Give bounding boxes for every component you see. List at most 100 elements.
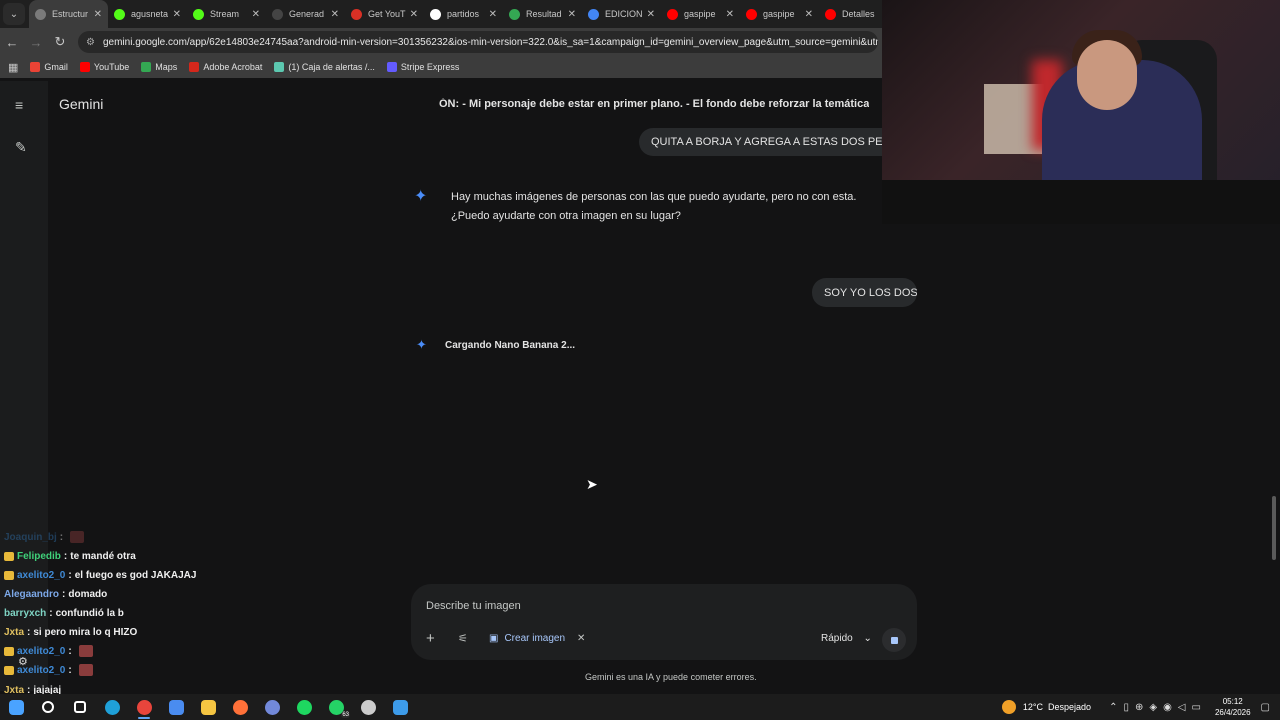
notifications-icon[interactable]: ▢: [1261, 702, 1270, 713]
chat-separator: :: [62, 588, 66, 600]
taskbar-store-icon[interactable]: [160, 694, 192, 720]
explorer-icon: [200, 699, 216, 715]
tab-favicon-icon: [667, 8, 678, 20]
tab-close-icon[interactable]: ✕: [726, 9, 734, 20]
create-image-chip[interactable]: ▣ Crear imagen ✕: [489, 633, 585, 644]
browser-tab[interactable]: agusneta ✕: [108, 0, 187, 28]
tab-close-icon[interactable]: ✕: [568, 9, 576, 20]
chrome-icon: [136, 699, 152, 715]
tab-close-icon[interactable]: ✕: [252, 9, 260, 20]
browser-tab[interactable]: Estructur ✕: [29, 0, 108, 28]
emote-icon: [78, 664, 93, 676]
bookmark[interactable]: Adobe Acrobat: [189, 62, 262, 72]
browser-tab[interactable]: gaspipe ✕: [661, 0, 740, 28]
tab-close-icon[interactable]: ✕: [173, 9, 181, 20]
chat-text: te mandé otra: [70, 550, 136, 562]
chat-username: Alegaandro: [4, 588, 60, 600]
taskbar-obs-icon[interactable]: [352, 694, 384, 720]
chat-message: Felipedib: te mandé otra: [4, 547, 136, 565]
taskbar-photos-icon[interactable]: [384, 694, 416, 720]
speaker-icon[interactable]: ◁: [1178, 702, 1186, 713]
tab-favicon-icon: [430, 8, 441, 20]
tab-close-icon[interactable]: ✕: [410, 9, 418, 20]
browser-tab[interactable]: Generad ✕: [266, 0, 345, 28]
spotify-icon: [296, 699, 312, 715]
apps-grid-icon[interactable]: ▦: [8, 61, 18, 74]
taskbar-firefox-icon[interactable]: [224, 694, 256, 720]
tab-close-icon[interactable]: ✕: [94, 9, 102, 20]
chat-separator: :: [68, 645, 72, 657]
prompt-input[interactable]: Describe tu imagen: [426, 600, 521, 612]
remove-chip-icon[interactable]: ✕: [577, 633, 585, 644]
display-icon[interactable]: ▭: [1192, 702, 1201, 713]
taskbar-edge-icon[interactable]: [96, 694, 128, 720]
bookmark-label: Adobe Acrobat: [203, 62, 263, 72]
reload-icon[interactable]: ↻: [48, 34, 72, 50]
chevron-up-icon[interactable]: ⌃: [1109, 702, 1117, 713]
stop-button[interactable]: [882, 628, 906, 652]
image-icon: ▣: [489, 633, 499, 644]
screen: ⌄ Estructur ✕ agusneta ✕ Stream ✕ Generad ✕ Get …: [0, 0, 1280, 720]
back-icon[interactable]: ←: [0, 35, 24, 50]
chat-separator: :: [63, 550, 68, 562]
page-scrollbar[interactable]: [1272, 496, 1276, 560]
start-icon: [8, 699, 24, 715]
forward-icon[interactable]: →: [24, 35, 48, 50]
usb-icon[interactable]: ▯: [1123, 702, 1129, 713]
tab-close-icon[interactable]: ✕: [331, 9, 339, 20]
model-selector[interactable]: Rápido ⌄: [821, 633, 872, 644]
add-file-icon[interactable]: +: [426, 630, 435, 647]
network-icon[interactable]: ⊕: [1135, 702, 1143, 713]
tab-favicon-icon: [588, 8, 599, 20]
bookmark[interactable]: (1) Caja de alertas /...: [274, 62, 375, 72]
tab-title: Detalles: [842, 9, 875, 19]
tab-title: gaspipe: [684, 9, 716, 19]
browser-tab[interactable]: Resultad ✕: [503, 0, 582, 28]
browser-tab[interactable]: gaspipe ✕: [740, 0, 819, 28]
task-view-icon: [74, 701, 86, 713]
bookmark-label: Stripe Express: [400, 62, 460, 72]
chat-message: barryxch: confundió la b: [4, 604, 124, 622]
tab-close-icon[interactable]: ✕: [489, 9, 497, 20]
browser-tab[interactable]: EDICION ✕: [582, 0, 661, 28]
taskbar-start-icon[interactable]: [0, 694, 32, 720]
chat-separator: :: [59, 531, 64, 543]
taskbar-explorer-icon[interactable]: [192, 694, 224, 720]
mic-icon[interactable]: ◉: [1163, 702, 1172, 713]
new-chat-icon[interactable]: ✎: [15, 139, 27, 156]
menu-icon[interactable]: ≡: [15, 97, 23, 113]
site-info-icon[interactable]: ⚙: [86, 37, 95, 48]
chat-message: Alegaandro: domado: [4, 585, 107, 603]
address-bar[interactable]: ⚙ gemini.google.com/app/62e14803e24745aa…: [78, 31, 878, 53]
bookmark-list: Gmail YouTube Maps Adobe Acrobat (1) Caja de…: [30, 62, 471, 72]
defender-icon[interactable]: ◈: [1149, 702, 1157, 713]
tools-icon[interactable]: ⚟: [458, 632, 468, 645]
taskbar-discord-icon[interactable]: [256, 694, 288, 720]
taskbar-search-icon[interactable]: [32, 694, 64, 720]
bookmark[interactable]: Gmail: [30, 62, 68, 72]
browser-tab[interactable]: Get YouT ✕: [345, 0, 424, 28]
search-icon: [42, 701, 54, 713]
windows-taskbar: 63 12°C Despejado ⌃ ▯ ⊕ ◈ ◉ ◁ ▭ 05:12 26…: [0, 694, 1280, 720]
weather-widget[interactable]: 12°C Despejado: [1001, 700, 1091, 714]
chat-username: Jxta: [4, 626, 25, 638]
sub-badge-icon: [4, 551, 14, 561]
tab-search-icon[interactable]: ⌄: [3, 3, 25, 25]
browser-tab[interactable]: partidos ✕: [424, 0, 503, 28]
taskbar-task-view-icon[interactable]: [64, 694, 96, 720]
loading-status: Cargando Nano Banana 2...: [445, 340, 576, 351]
bookmark[interactable]: Stripe Express: [386, 62, 460, 72]
emote-icon: [70, 531, 85, 543]
tab-close-icon[interactable]: ✕: [805, 9, 813, 20]
tab-close-icon[interactable]: ✕: [647, 9, 655, 20]
browser-tab[interactable]: Stream ✕: [187, 0, 266, 28]
bookmark[interactable]: Maps: [141, 62, 177, 72]
previous-prompt-text: ÓN: - Mi personaje debe estar en primer …: [439, 98, 869, 110]
bookmark[interactable]: YouTube: [79, 62, 129, 72]
taskbar-spotify-icon[interactable]: [288, 694, 320, 720]
clock[interactable]: 05:12 26/4/2026: [1215, 696, 1251, 718]
taskbar-whatsapp-icon[interactable]: 63: [320, 694, 352, 720]
bookmark-favicon-icon: [274, 62, 285, 72]
prompt-input-box[interactable]: Describe tu imagen + ⚟ ▣ Crear imagen ✕ …: [411, 584, 917, 660]
taskbar-chrome-icon[interactable]: [128, 694, 160, 720]
